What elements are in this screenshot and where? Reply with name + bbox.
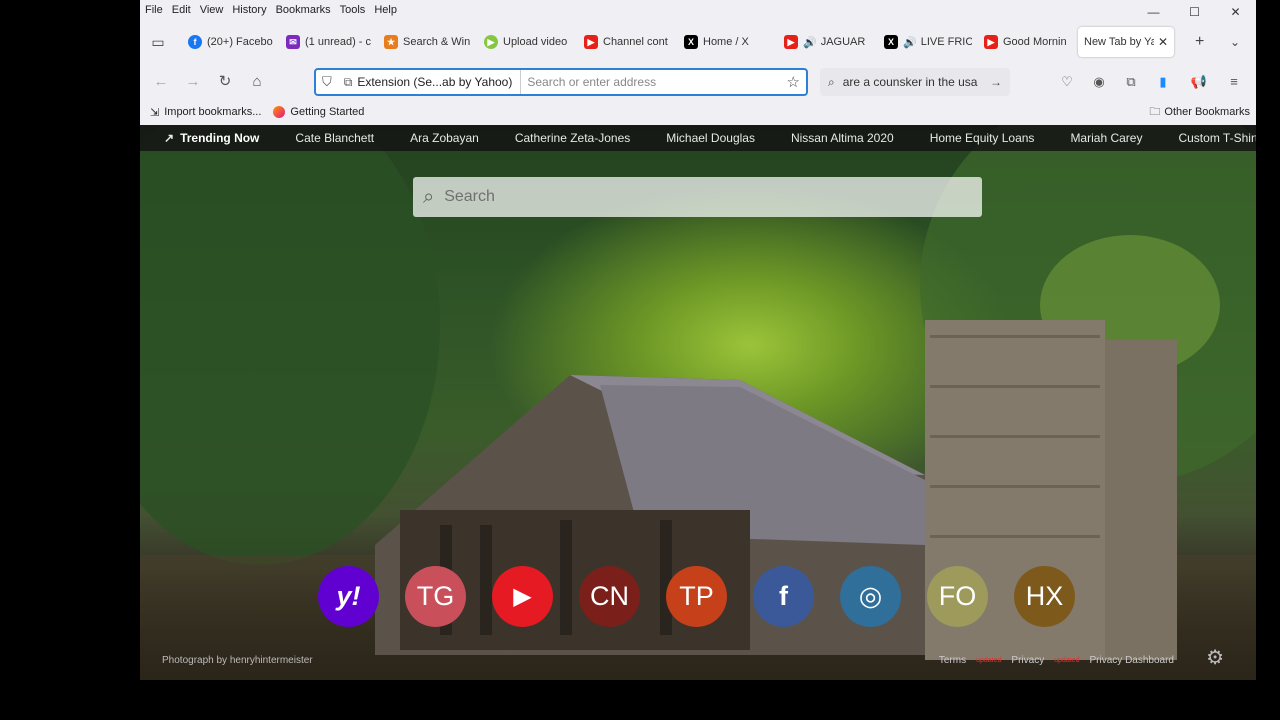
home-icon[interactable]: ⌂ (245, 70, 269, 94)
tab-youtube-channel[interactable]: ▶ Channel cont (578, 27, 678, 57)
extensions-icon[interactable]: ⧉ (1119, 70, 1143, 94)
import-icon: ⇲ (150, 106, 160, 119)
shortcut-hx[interactable]: HX (1014, 566, 1075, 627)
pocket-icon[interactable]: ♡ (1055, 70, 1079, 94)
tab-x-live[interactable]: X 🔊 LIVE FRIC (878, 27, 978, 57)
facebook-icon: f (779, 581, 788, 611)
instagram-icon: ◎ (858, 581, 883, 611)
close-tab-icon[interactable]: ✕ (1158, 35, 1168, 49)
trending-bar: ↗ Trending Now Cate Blanchett Ara Zobaya… (140, 125, 1256, 151)
browser-window: File Edit View History Bookmarks Tools H… (140, 0, 1256, 680)
privacy-link[interactable]: Privacy (1011, 655, 1044, 666)
trending-title: Trending Now (180, 131, 260, 145)
yahoo-search-box[interactable]: ⌕ (413, 177, 982, 217)
trending-item[interactable]: Catherine Zeta-Jones (515, 131, 630, 145)
back-icon[interactable]: ← (149, 70, 173, 94)
menu-bookmarks[interactable]: Bookmarks (276, 4, 331, 16)
shortcut-facebook[interactable]: f (753, 566, 814, 627)
menu-history[interactable]: History (232, 4, 266, 16)
menu-tools[interactable]: Tools (340, 4, 366, 16)
shortcut-tiles: y! TG ▶ CN TP f ◎ FO HX (318, 566, 1101, 627)
footer-links: Terms updated Privacy updated Privacy Da… (929, 655, 1174, 666)
search-bar[interactable]: ⌕ are a counsker in the usa → (820, 68, 1010, 96)
menu-edit[interactable]: Edit (172, 4, 191, 16)
url-bar[interactable]: ⛉ ⧉ Extension (Se...ab by Yahoo) ☆ (314, 68, 808, 96)
star-icon[interactable]: ☆ (787, 73, 800, 91)
updated-badge: updated (1054, 657, 1080, 664)
shortcut-tg[interactable]: TG (405, 566, 466, 627)
extension-blue-icon[interactable]: ▮ (1151, 70, 1175, 94)
forward-icon[interactable]: → (181, 70, 205, 94)
search-icon: ⌕ (828, 74, 835, 89)
photo-credit[interactable]: Photograph by henryhintermeister (162, 655, 313, 666)
puzzle-icon: ⧉ (343, 74, 353, 89)
other-bookmarks[interactable]: 🗀 Other Bookmarks (1149, 100, 1250, 124)
updated-badge: updated (976, 657, 1002, 664)
bookmarks-bar: ⇲ Import bookmarks... Getting Started 🗀 … (140, 100, 1256, 124)
trending-item[interactable]: Ara Zobayan (410, 131, 479, 145)
folder-icon: 🗀 (1149, 106, 1161, 118)
shortcut-tp[interactable]: TP (666, 566, 727, 627)
youtube-icon: ▶ (513, 583, 532, 610)
tab-rumble[interactable]: ▶ Upload video (478, 27, 578, 57)
menu-icon[interactable]: ≡ (1222, 70, 1246, 94)
rumble-icon: ▶ (484, 35, 498, 49)
search-icon: ⌕ (423, 185, 435, 208)
yahoo-search-input[interactable] (434, 188, 982, 206)
arrow-right-icon[interactable]: → (990, 75, 1002, 89)
reload-icon[interactable]: ↻ (213, 70, 237, 94)
shortcut-cn[interactable]: CN (579, 566, 640, 627)
trending-item[interactable]: Mariah Carey (1070, 131, 1142, 145)
bookmark-getting-started[interactable]: Getting Started (273, 106, 364, 118)
chevron-down-icon[interactable]: ⌄ (1230, 20, 1240, 64)
extension-chip[interactable]: ⧉ Extension (Se...ab by Yahoo) (338, 70, 522, 94)
shield-icon[interactable]: ⛉ (322, 74, 332, 90)
mail-icon: ✉ (286, 35, 300, 49)
account-icon[interactable]: ◉ (1087, 70, 1111, 94)
youtube-icon: ▶ (584, 35, 598, 49)
trending-item[interactable]: Custom T-Shirts (1178, 131, 1256, 145)
swagbucks-icon: ★ (384, 35, 398, 49)
tab-youtube-jaguar[interactable]: ▶ 🔊 JAGUAR (778, 27, 878, 57)
address-input[interactable] (521, 75, 787, 89)
speaker-icon[interactable]: 🔊 (903, 36, 917, 49)
shortcut-yahoo[interactable]: y! (318, 566, 379, 627)
speaker-icon[interactable]: 🔊 (803, 36, 817, 49)
shortcut-fo[interactable]: FO (927, 566, 988, 627)
tab-youtube-morning[interactable]: ▶ Good Mornin (978, 27, 1078, 57)
tab-list-icon[interactable]: ▭ (146, 34, 170, 51)
menu-file[interactable]: File (145, 4, 163, 16)
tab-swagbucks[interactable]: ★ Search & Win (378, 27, 478, 57)
tab-new-tab-yahoo[interactable]: New Tab by Ya ✕ (1078, 27, 1174, 57)
bookmark-import[interactable]: ⇲ Import bookmarks... (150, 106, 261, 119)
shortcut-youtube[interactable]: ▶ (492, 566, 553, 627)
megaphone-icon[interactable]: 📢 (1187, 70, 1211, 94)
tab-x-home[interactable]: X Home / X (678, 27, 778, 57)
trending-item[interactable]: Home Equity Loans (930, 131, 1035, 145)
gear-icon[interactable]: ⚙ (1206, 645, 1224, 670)
new-tab-page: ↗ Trending Now Cate Blanchett Ara Zobaya… (140, 125, 1256, 680)
privacy-dashboard-link[interactable]: Privacy Dashboard (1090, 655, 1174, 666)
trending-item[interactable]: Cate Blanchett (295, 131, 374, 145)
x-icon: X (684, 35, 698, 49)
tab-facebook[interactable]: f (20+) Facebo (182, 27, 280, 57)
firefox-icon (273, 106, 286, 118)
x-icon: X (884, 35, 898, 49)
new-tab-icon[interactable]: + (1195, 20, 1204, 64)
facebook-icon: f (188, 35, 202, 49)
menu-help[interactable]: Help (374, 4, 397, 16)
shortcut-instagram[interactable]: ◎ (840, 566, 901, 627)
menu-bar: File Edit View History Bookmarks Tools H… (140, 0, 1256, 20)
tab-bar: ▭ f (20+) Facebo ✉ (1 unread) - c ★ Sear… (140, 20, 1256, 64)
tab-mail[interactable]: ✉ (1 unread) - c (280, 27, 378, 57)
youtube-icon: ▶ (984, 35, 998, 49)
youtube-icon: ▶ (784, 35, 798, 49)
terms-link[interactable]: Terms (939, 655, 966, 666)
trending-item[interactable]: Michael Douglas (666, 131, 755, 145)
menu-view[interactable]: View (200, 4, 224, 16)
trending-icon: ↗ (164, 131, 175, 145)
navigation-bar: ← → ↻ ⌂ ⛉ ⧉ Extension (Se...ab by Yahoo)… (140, 64, 1256, 100)
trending-item[interactable]: Nissan Altima 2020 (791, 131, 894, 145)
